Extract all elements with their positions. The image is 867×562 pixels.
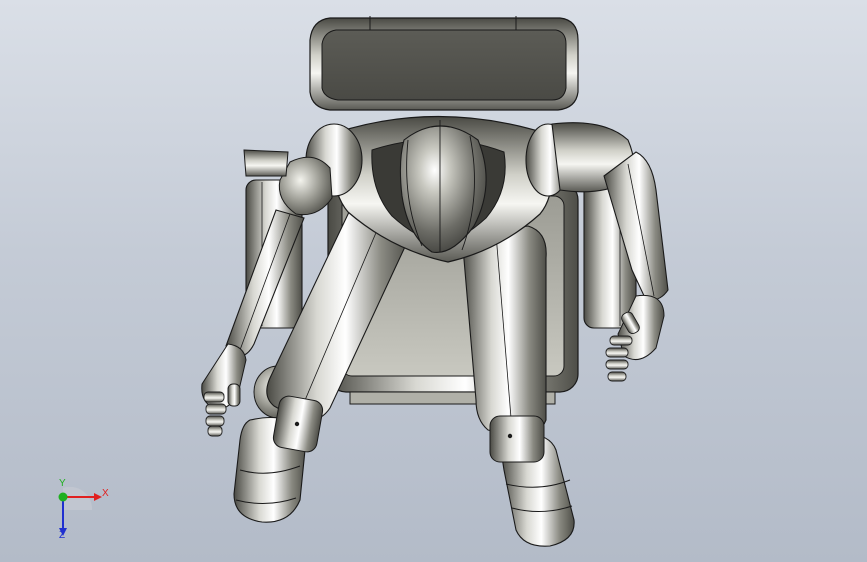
triad-plane-shading <box>63 486 93 510</box>
graphics-viewport[interactable]: X Y Z <box>0 0 867 562</box>
y-axis-dot <box>58 492 68 502</box>
robot-chair-model[interactable] <box>0 0 867 562</box>
robot-right-thigh[interactable] <box>461 225 547 463</box>
orientation-triad: X Y Z <box>46 478 116 550</box>
z-axis-label: Z <box>59 530 66 541</box>
x-axis-arrow <box>94 493 102 501</box>
y-axis-label: Y <box>59 478 66 489</box>
x-axis-label: X <box>102 488 109 499</box>
chair-backrest[interactable] <box>309 16 579 111</box>
